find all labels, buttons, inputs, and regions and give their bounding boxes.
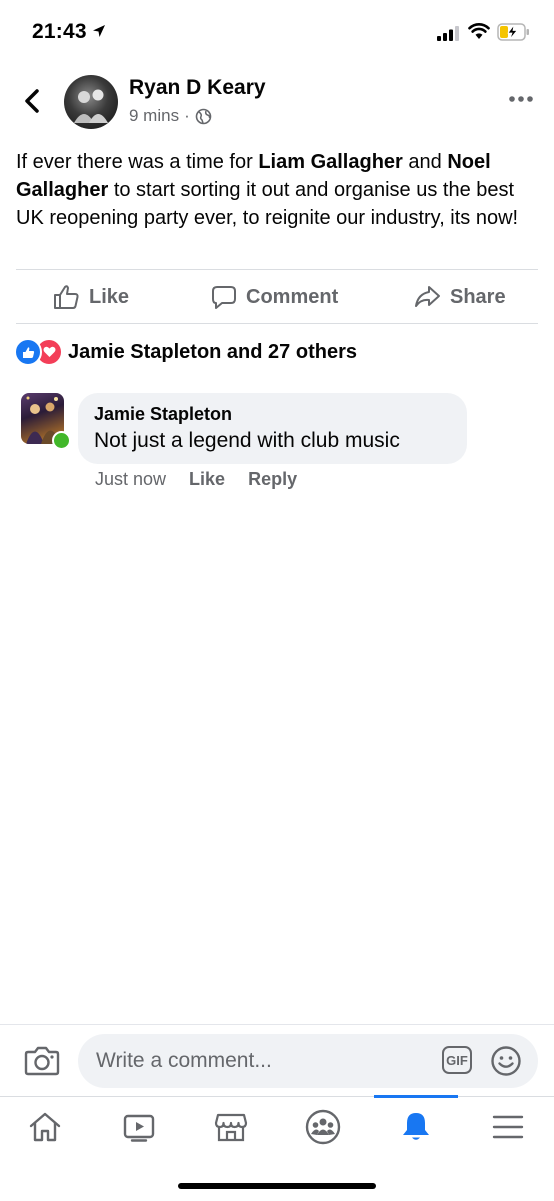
like-button[interactable]: Like xyxy=(53,270,129,324)
comment-bubble-icon xyxy=(212,285,236,309)
cellular-signal-icon xyxy=(437,26,459,41)
store-icon xyxy=(214,1113,248,1142)
post-author-name[interactable]: Ryan D Keary xyxy=(129,76,266,100)
home-icon xyxy=(29,1112,61,1142)
globe-icon xyxy=(195,108,212,124)
online-status-indicator xyxy=(52,431,71,450)
like-button-label: Like xyxy=(89,285,130,308)
status-time: 21:43 xyxy=(32,20,87,43)
gif-button[interactable]: GIF xyxy=(442,1046,472,1074)
comment-bubble[interactable]: Jamie Stapleton Not just a legend with c… xyxy=(78,393,467,464)
comment-reply-button[interactable]: Reply xyxy=(248,469,297,490)
comment-button[interactable]: Comment xyxy=(211,270,338,324)
location-arrow-icon xyxy=(93,25,105,37)
video-icon xyxy=(123,1114,155,1142)
menu-icon xyxy=(492,1115,524,1139)
wifi-icon xyxy=(468,23,490,39)
camera-icon[interactable] xyxy=(24,1044,60,1076)
thumbs-up-icon xyxy=(54,285,79,309)
like-reaction-icon xyxy=(14,338,42,366)
emoji-icon[interactable] xyxy=(490,1045,522,1077)
reactions-summary[interactable]: Jamie Stapleton and 27 others xyxy=(14,338,357,366)
post-text-segment: If ever there was a time for xyxy=(16,151,259,173)
comment-button-label: Comment xyxy=(246,285,339,308)
home-indicator xyxy=(178,1183,376,1189)
comment-meta: Just now Like Reply xyxy=(95,469,297,490)
groups-icon xyxy=(305,1109,341,1145)
author-avatar[interactable] xyxy=(64,75,118,129)
tab-home[interactable] xyxy=(15,1107,75,1147)
post-meta: 9 mins · xyxy=(129,106,212,126)
post-text-segment: and xyxy=(402,151,448,173)
post-time: 9 mins xyxy=(129,106,180,125)
tagged-person-mention[interactable]: Liam Gallagher xyxy=(258,151,403,173)
divider xyxy=(16,323,538,324)
bell-icon xyxy=(403,1113,429,1140)
status-bar: 21:43 xyxy=(0,0,554,62)
tab-marketplace[interactable] xyxy=(201,1107,261,1147)
comment-text: Not just a legend with club music xyxy=(94,429,400,452)
reactions-summary-text: Jamie Stapleton and 27 others xyxy=(68,340,357,363)
post-body-text: If ever there was a time for Liam Gallag… xyxy=(16,148,541,232)
divider xyxy=(0,1024,554,1025)
comment-time: Just now xyxy=(95,469,167,489)
tab-menu[interactable] xyxy=(478,1107,538,1147)
back-arrow-icon[interactable] xyxy=(18,86,46,116)
tab-notifications[interactable] xyxy=(386,1107,446,1147)
comment-author-name[interactable]: Jamie Stapleton xyxy=(94,404,232,425)
meta-separator: · xyxy=(184,106,190,125)
share-button[interactable]: Share xyxy=(414,270,506,324)
post-actions-bar: Like Comment Share xyxy=(0,270,554,324)
battery-charging-icon xyxy=(497,23,529,41)
tab-groups[interactable] xyxy=(293,1107,353,1147)
share-button-label: Share xyxy=(450,285,506,308)
comment-like-button[interactable]: Like xyxy=(189,469,225,490)
tab-watch[interactable] xyxy=(109,1107,169,1147)
share-arrow-icon xyxy=(415,286,440,307)
more-options-icon[interactable] xyxy=(508,94,534,104)
active-tab-indicator xyxy=(374,1095,458,1098)
